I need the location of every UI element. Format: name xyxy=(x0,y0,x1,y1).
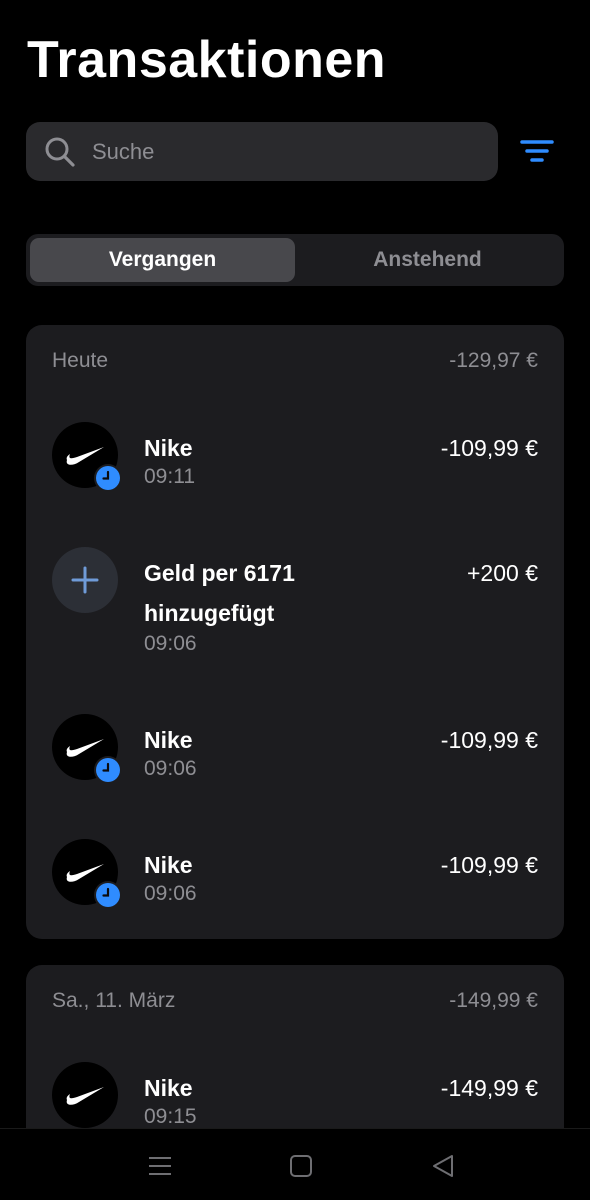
group-header: Sa., 11. März -149,99 € xyxy=(52,989,538,1013)
system-nav-bar xyxy=(0,1128,590,1200)
transaction-group: Heute -129,97 € Nike 09:11 -109,99 € Gel… xyxy=(26,325,564,939)
home-icon[interactable] xyxy=(288,1153,314,1179)
transaction-time: 09:06 xyxy=(144,882,197,905)
page-title: Transaktionen xyxy=(27,31,387,89)
merchant-logo xyxy=(52,714,122,784)
tab-vergangen[interactable]: Vergangen xyxy=(30,238,295,282)
transaction-row[interactable]: Geld per 6171 hinzugefügt 09:06 +200 € xyxy=(52,547,538,667)
group-date: Sa., 11. März xyxy=(52,989,176,1012)
transaction-merchant: Nike xyxy=(144,1075,193,1101)
transaction-merchant: Nike xyxy=(144,435,193,461)
nike-swoosh-icon xyxy=(66,447,104,465)
group-header: Heute -129,97 € xyxy=(52,349,538,373)
transaction-amount: +200 € xyxy=(467,560,538,586)
transaction-merchant: Geld per 6171 hinzugefügt xyxy=(144,560,295,626)
transaction-amount: -149,99 € xyxy=(440,1075,538,1101)
transaction-time: 09:06 xyxy=(144,632,197,655)
menu-icon[interactable] xyxy=(147,1153,173,1179)
group-total: -149,99 € xyxy=(449,989,538,1012)
search-icon xyxy=(45,137,75,167)
filter-icon[interactable] xyxy=(518,136,558,168)
tab-anstehend[interactable]: Anstehend xyxy=(295,238,560,282)
transaction-amount: -109,99 € xyxy=(440,727,538,753)
tab-switcher: Vergangen Anstehend xyxy=(26,234,564,286)
search-placeholder: Suche xyxy=(92,138,155,164)
transaction-merchant: Nike xyxy=(144,727,193,753)
search-input[interactable]: Suche xyxy=(26,122,498,181)
transaction-merchant: Nike xyxy=(144,852,193,878)
transaction-time: 09:11 xyxy=(144,465,195,488)
pending-badge xyxy=(94,756,122,784)
back-icon[interactable] xyxy=(430,1153,456,1179)
merchant-logo xyxy=(52,422,122,492)
merchant-logo xyxy=(52,1062,118,1128)
group-total: -129,97 € xyxy=(449,349,538,372)
clock-icon xyxy=(96,758,120,782)
transaction-time: 09:15 xyxy=(144,1105,197,1128)
transaction-row[interactable]: Nike 09:06 -109,99 € xyxy=(52,714,538,794)
transaction-amount: -109,99 € xyxy=(440,435,538,461)
transaction-row[interactable]: Nike 09:06 -109,99 € xyxy=(52,839,538,919)
nike-swoosh-icon xyxy=(66,739,104,757)
plus-icon xyxy=(71,566,99,594)
pending-badge xyxy=(94,881,122,909)
pending-badge xyxy=(94,464,122,492)
clock-icon xyxy=(96,466,120,490)
transaction-time: 09:06 xyxy=(144,757,197,780)
transaction-row[interactable]: Nike 09:11 -109,99 € xyxy=(52,422,538,502)
merchant-logo xyxy=(52,547,118,613)
merchant-logo xyxy=(52,839,122,909)
transaction-amount: -109,99 € xyxy=(440,852,538,878)
nike-swoosh-icon xyxy=(66,1087,104,1105)
nike-swoosh-icon xyxy=(66,864,104,882)
clock-icon xyxy=(96,883,120,907)
group-date: Heute xyxy=(52,349,109,372)
